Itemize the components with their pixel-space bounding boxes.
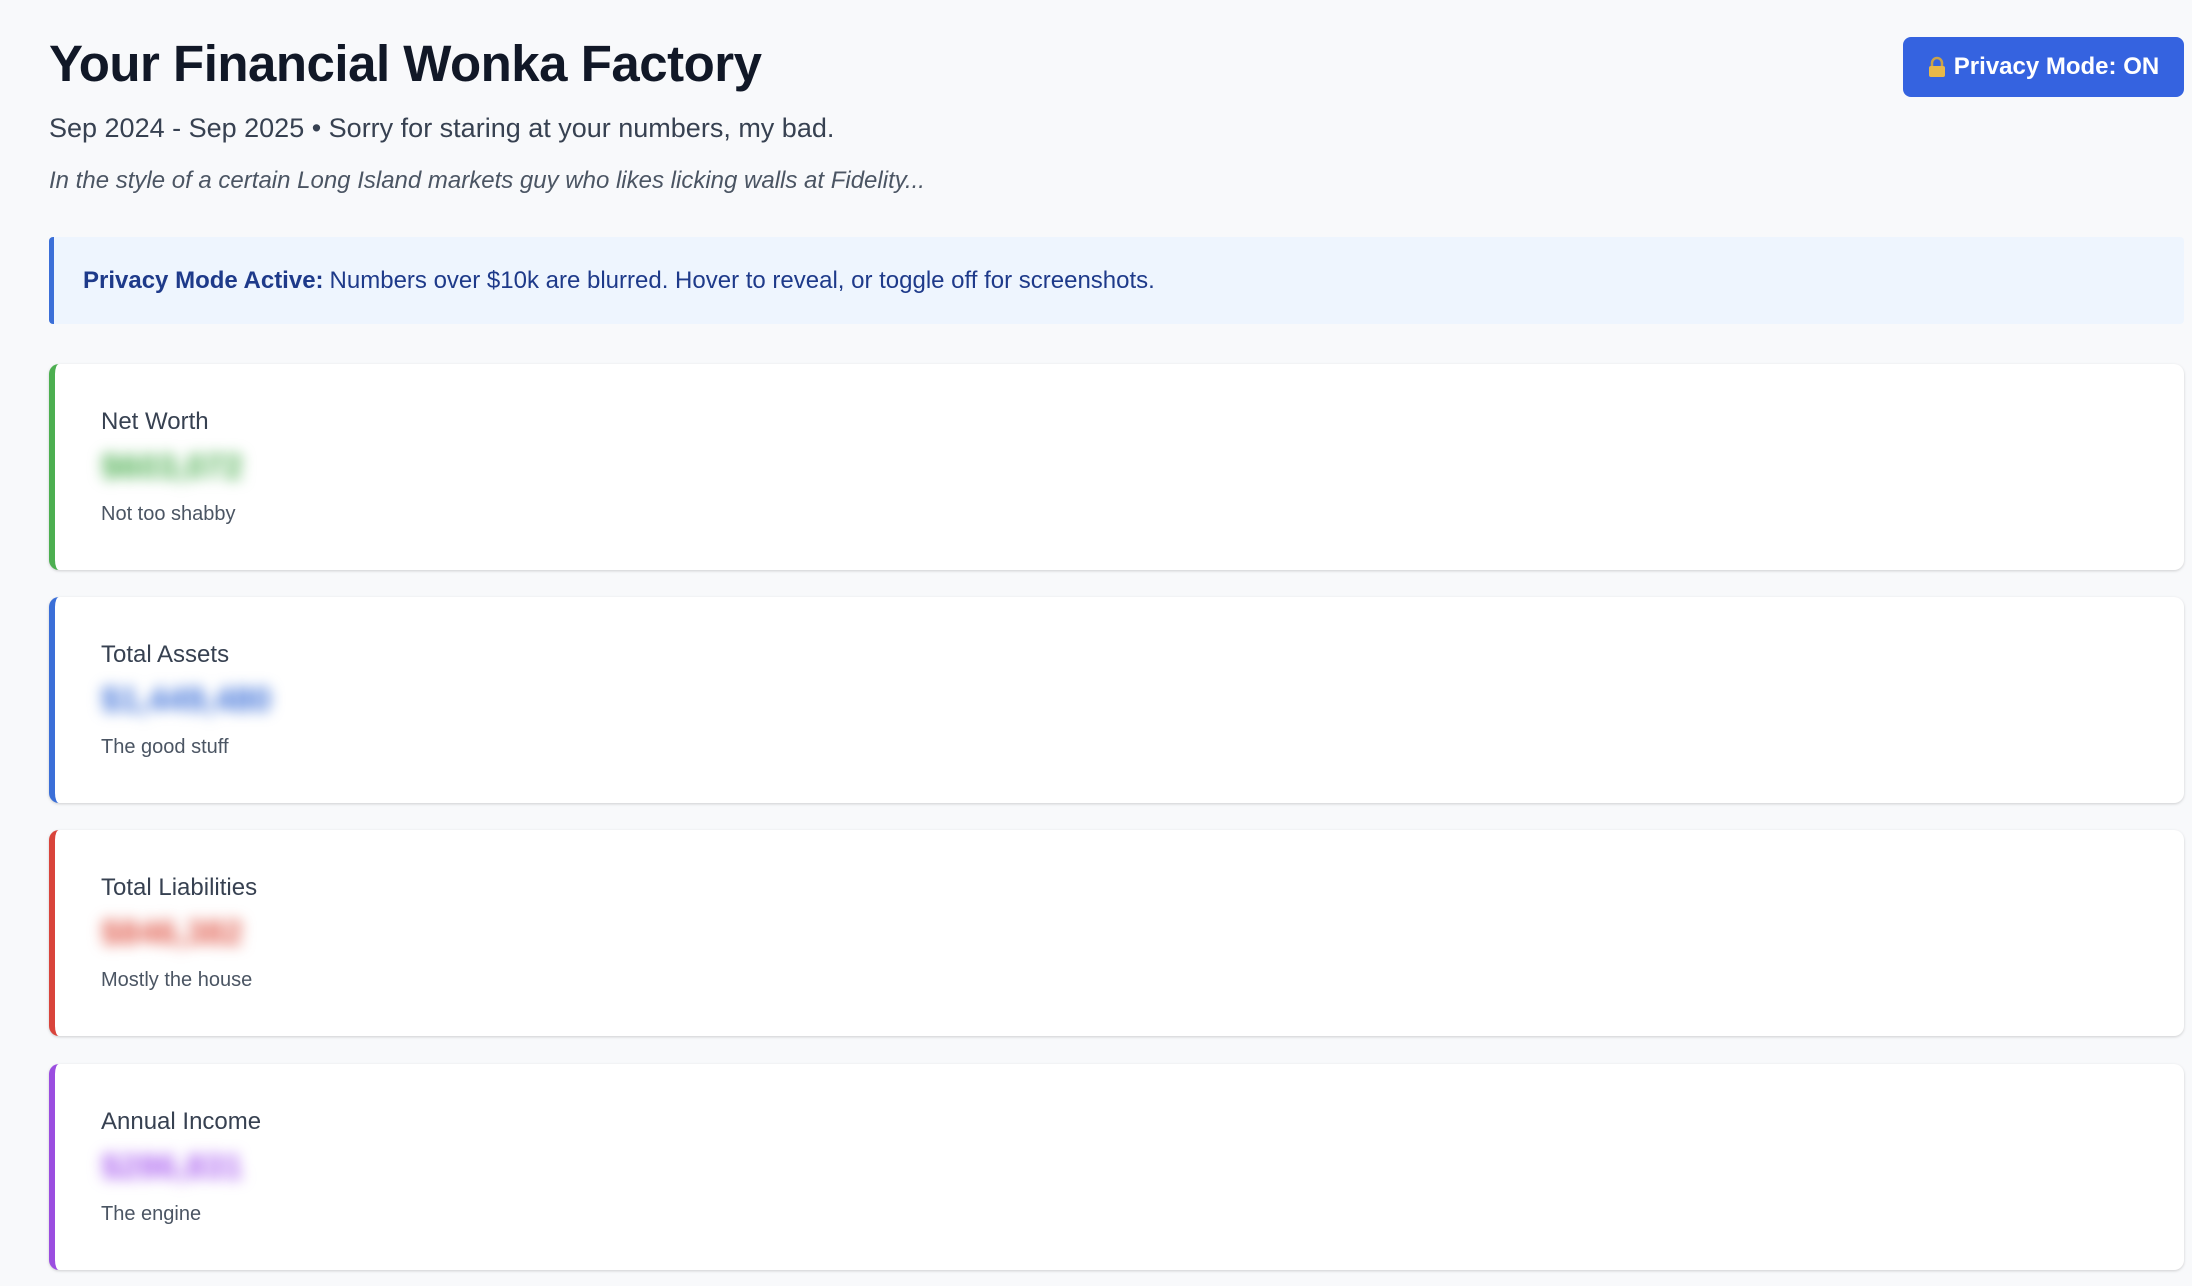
annual-income-card: Annual Income $286,831 The engine xyxy=(49,1064,2184,1270)
net-worth-card: Net Worth $603,072 Not too shabby xyxy=(49,364,2184,570)
card-note: The good stuff xyxy=(101,736,229,758)
privacy-mode-label: Privacy Mode: ON xyxy=(1953,53,2160,80)
lock-icon xyxy=(1928,56,1946,78)
card-value[interactable]: $286,831 xyxy=(101,1148,243,1187)
total-liabilities-card: Total Liabilities $846,382 Mostly the ho… xyxy=(49,830,2184,1036)
card-label: Net Worth xyxy=(101,408,209,435)
page-title: Your Financial Wonka Factory xyxy=(49,35,762,92)
card-note: The engine xyxy=(101,1203,202,1225)
privacy-notice-text: Numbers over $10k are blurred. Hover to … xyxy=(329,266,1155,294)
card-label: Total Assets xyxy=(101,641,230,668)
total-assets-card: Total Assets $1,449,480 The good stuff xyxy=(49,597,2184,803)
card-label: Annual Income xyxy=(101,1108,262,1135)
card-note: Mostly the house xyxy=(101,969,253,991)
page-tagline: In the style of a certain Long Island ma… xyxy=(49,167,925,194)
card-value[interactable]: $603,072 xyxy=(101,448,243,487)
privacy-notice-title: Privacy Mode Active: xyxy=(83,266,324,294)
card-value[interactable]: $846,382 xyxy=(101,914,243,953)
dashboard-page: Your Financial Wonka Factory Sep 2024 - … xyxy=(49,0,2184,1270)
card-value[interactable]: $1,449,480 xyxy=(101,681,271,720)
page-header: Your Financial Wonka Factory Sep 2024 - … xyxy=(49,0,2184,220)
card-label: Total Liabilities xyxy=(101,874,258,901)
page-subtitle: Sep 2024 - Sep 2025 • Sorry for staring … xyxy=(49,113,835,143)
privacy-mode-toggle-button[interactable]: Privacy Mode: ON xyxy=(1903,37,2184,97)
privacy-notice-banner: Privacy Mode Active: Numbers over $10k a… xyxy=(49,237,2184,324)
card-note: Not too shabby xyxy=(101,503,236,525)
